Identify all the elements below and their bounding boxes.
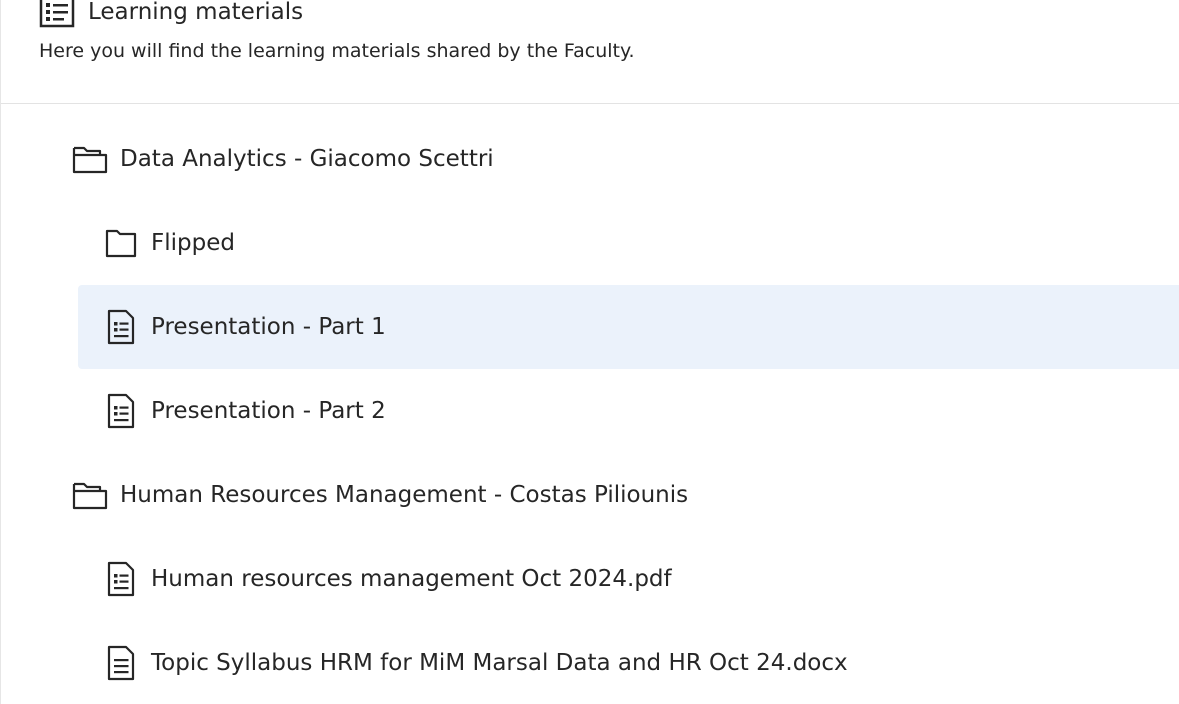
folder-icon	[102, 226, 140, 260]
open-folder-icon	[71, 478, 109, 512]
open-folder-icon	[71, 142, 109, 176]
header-title-row: Learning materials	[38, 0, 303, 30]
folder-label: Human Resources Management - Costas Pili…	[120, 482, 689, 508]
document-icon	[102, 309, 140, 345]
document-icon	[102, 393, 140, 429]
document-label: Presentation - Part 1	[151, 314, 386, 340]
document-label: Human resources management Oct 2024.pdf	[151, 566, 672, 592]
folder-flipped[interactable]: Flipped	[1, 201, 1179, 285]
folder-human-resources-management[interactable]: Human Resources Management - Costas Pili…	[1, 453, 1179, 537]
folder-label: Data Analytics - Giacomo Scettri	[120, 146, 494, 172]
text-document-icon	[102, 645, 140, 681]
document-presentation-part-2[interactable]: Presentation - Part 2	[1, 369, 1179, 453]
document-presentation-part-1[interactable]: Presentation - Part 1	[1, 285, 1179, 369]
document-label: Presentation - Part 2	[151, 398, 386, 424]
learning-materials-page: Learning materials Here you will find th…	[0, 0, 1179, 704]
list-document-icon	[38, 0, 76, 30]
page-description: Here you will find the learning material…	[39, 40, 635, 62]
page-title: Learning materials	[88, 0, 304, 25]
folder-data-analytics[interactable]: Data Analytics - Giacomo Scettri	[1, 117, 1179, 201]
page-header: Learning materials Here you will find th…	[1, 0, 1179, 104]
document-label: Topic Syllabus HRM for MiM Marsal Data a…	[151, 650, 848, 676]
materials-tree: Data Analytics - Giacomo Scettri Flipped	[1, 117, 1179, 704]
document-icon	[102, 561, 140, 597]
document-topic-syllabus-docx[interactable]: Topic Syllabus HRM for MiM Marsal Data a…	[1, 621, 1179, 704]
document-hrm-oct-2024-pdf[interactable]: Human resources management Oct 2024.pdf	[1, 537, 1179, 621]
folder-label: Flipped	[151, 230, 235, 256]
